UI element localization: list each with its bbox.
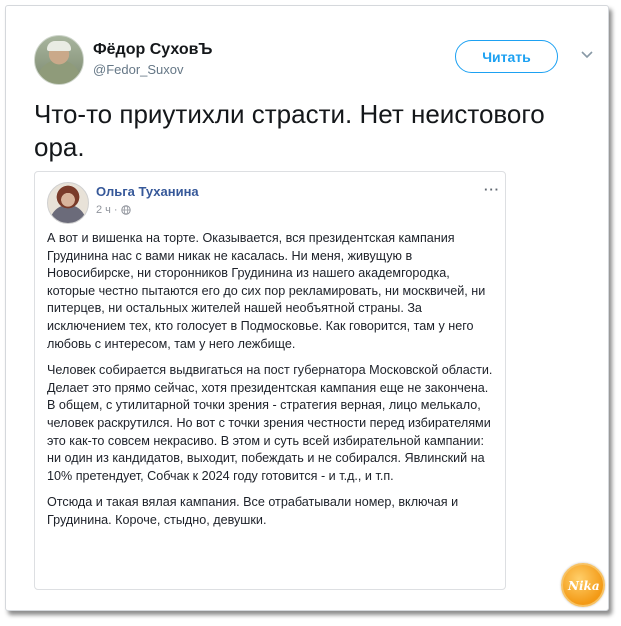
tweet-text: Что-то приутихли страсти. Нет неистового… xyxy=(34,99,545,162)
svg-text:Nika: Nika xyxy=(567,579,599,593)
post-body: А вот и вишенка на торте. Оказывается, в… xyxy=(47,230,495,539)
site-logo: Nika xyxy=(561,563,605,607)
post-time[interactable]: 2 ч xyxy=(96,204,111,216)
post-author-avatar[interactable] xyxy=(47,182,89,224)
site-logo-lettering: Nika xyxy=(567,579,599,593)
embedded-post[interactable]: Ольга Туханина 2 ч · ··· А вот и вишенка… xyxy=(34,171,506,590)
globe-icon xyxy=(120,205,131,215)
post-paragraph: Отсюда и такая вялая кампания. Все отраб… xyxy=(47,495,459,527)
post-paragraph: Человек собирается выдвигаться на пост г… xyxy=(47,363,493,483)
follow-button[interactable]: Читать xyxy=(455,40,558,73)
chevron-down-icon[interactable] xyxy=(580,48,594,62)
post-more-button[interactable]: ··· xyxy=(484,182,500,197)
meta-separator: · xyxy=(113,204,118,216)
post-author-name[interactable]: Ольга Туханина xyxy=(96,184,199,199)
display-name[interactable]: Фёдор СуховЪ xyxy=(93,41,212,59)
post-meta: 2 ч · xyxy=(96,204,131,216)
post-paragraph: А вот и вишенка на торте. Оказывается, в… xyxy=(47,231,486,351)
user-handle[interactable]: @Fedor_Suxov xyxy=(93,62,184,77)
avatar[interactable] xyxy=(34,35,84,85)
